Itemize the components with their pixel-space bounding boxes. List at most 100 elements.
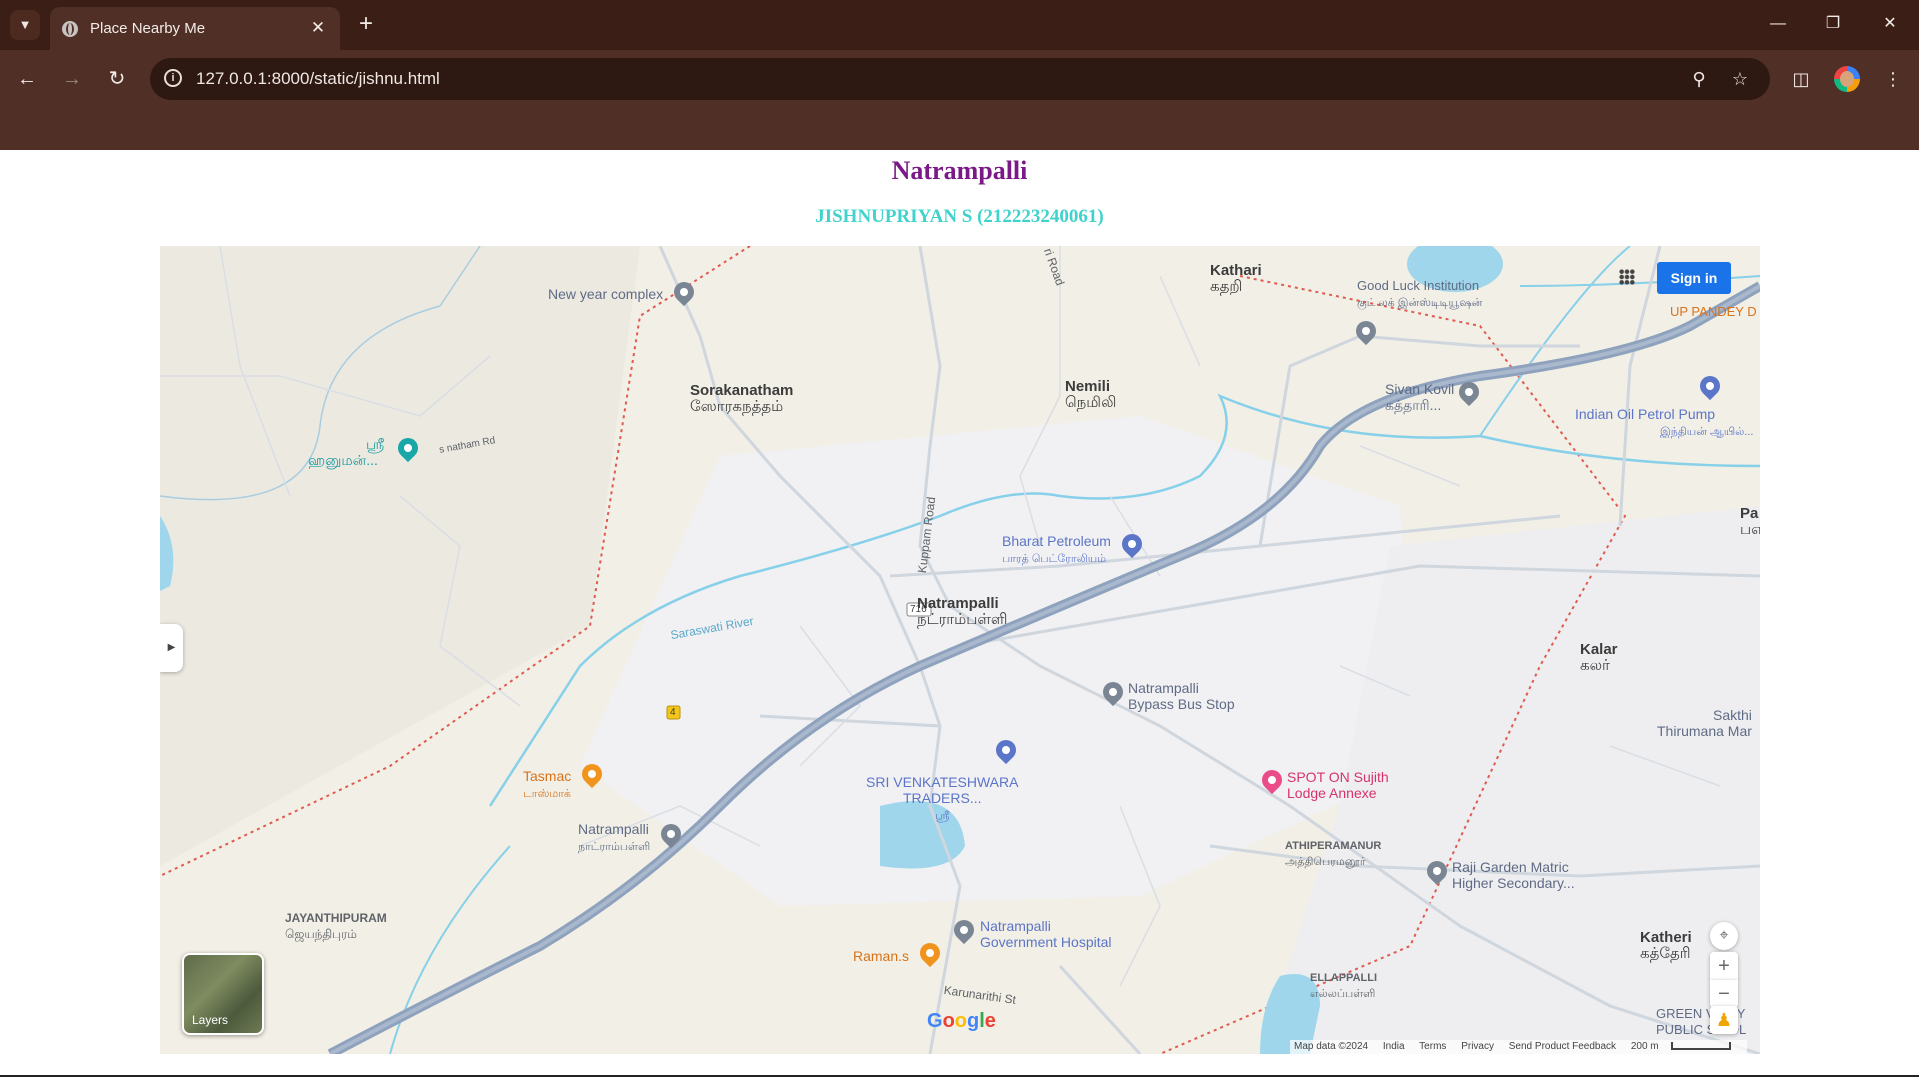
place-kalar-name: Kalar (1580, 641, 1618, 658)
poi-indian-oil-name: Indian Oil Petrol Pump (1575, 406, 1716, 422)
attribution-region[interactable]: India (1383, 1041, 1405, 1052)
map-attribution: Map data ©2024 India Terms Privacy Send … (1290, 1040, 1747, 1054)
google-logo: Google (927, 1010, 996, 1033)
minimize-window-button[interactable]: — (1758, 10, 1798, 38)
place-pa-name: Pa (1740, 505, 1759, 522)
place-pa-tamil: பஎ (1740, 521, 1760, 538)
attribution-privacy[interactable]: Privacy (1461, 1041, 1494, 1052)
poi-good-luck-name: Good Luck Institution (1357, 278, 1480, 293)
poi-green-valley-line2: PUBLIC S (1656, 1022, 1716, 1037)
poi-green-valley-line1: GREEN V (1656, 1006, 1715, 1021)
browser-menu-icon[interactable]: ⋮ (1876, 62, 1910, 96)
sign-in-button[interactable]: Sign in (1657, 262, 1731, 294)
poi-sivan-kovil-tamil: கத்தாரி... (1385, 397, 1442, 413)
site-info-icon[interactable]: i (164, 69, 182, 87)
layers-button[interactable]: Layers (182, 953, 264, 1035)
place-natrampalli-tamil: நட்ராம்பள்ளி (917, 611, 1008, 628)
my-location-button[interactable]: ⌖ (1710, 922, 1738, 950)
place-kalar-tamil: கலர் (1580, 657, 1610, 674)
map-scale-bar (1670, 1042, 1731, 1051)
zoom-in-button[interactable]: + (1710, 952, 1738, 980)
poi-sakthi-line2: Thirumana Mar (1657, 723, 1752, 739)
place-jayanthipuram-name: JAYANTHIPURAM (285, 911, 387, 925)
poi-bypass-bus-stop[interactable]: Natrampalli Bypass Bus Stop (1128, 680, 1235, 712)
reload-button[interactable]: ↻ (100, 62, 134, 96)
address-bar[interactable]: i 127.0.0.1:8000/static/jishnu.html ⚲ ☆ (150, 58, 1770, 100)
place-pa[interactable]: Pa பஎ (1740, 506, 1760, 538)
poi-sri-venkateshwara-line1: SRI VENKATESHWARA (866, 774, 1019, 790)
poi-sri-venkateshwara-line2: TRADERS... (902, 790, 982, 806)
place-kathari-name: Kathari (1210, 262, 1262, 279)
place-kalar[interactable]: Kalar கலர் (1580, 642, 1618, 674)
new-tab-button[interactable]: + (352, 10, 380, 38)
poi-sakthi[interactable]: Sakthi Thirumana Mar (1657, 707, 1752, 739)
place-ellappalli-tamil: எல்லப்பள்ளி (1310, 988, 1376, 1000)
poi-bypass-bus-stop-line2: Bypass Bus Stop (1128, 696, 1235, 712)
poi-indian-oil[interactable]: Indian Oil Petrol Pump இந்தியன் ஆயில்... (1575, 406, 1753, 440)
street-view-pegman-icon[interactable]: ♟ (1710, 1006, 1738, 1034)
place-kathari[interactable]: Kathari கதறி (1210, 263, 1262, 295)
attribution-terms[interactable]: Terms (1419, 1041, 1446, 1052)
route-4-shield: 4 (670, 707, 676, 718)
poi-sivan-kovil[interactable]: Sivan Kovil கத்தாரி... (1385, 381, 1454, 413)
place-natrampalli[interactable]: Natrampalli நட்ராம்பள்ளி (917, 596, 1008, 628)
poi-good-luck-tamil: குட் லக் இன்ஸ்டிடியூஷன் (1357, 297, 1483, 309)
attribution-feedback[interactable]: Send Product Feedback (1509, 1041, 1616, 1052)
url-text[interactable]: 127.0.0.1:8000/static/jishnu.html (196, 69, 440, 89)
tab-search-button[interactable]: ▼ (10, 10, 40, 40)
tab-title: Place Nearby Me (90, 20, 206, 37)
poi-up-pandey[interactable]: UP PANDEY D (1670, 304, 1757, 320)
place-katheri[interactable]: Katheri கத்தேரி (1640, 930, 1692, 962)
poi-bharat-petroleum-tamil: பாரத் பெட்ரோலியம் (1002, 553, 1107, 565)
poi-spot-on-lodge[interactable]: SPOT ON Sujith Lodge Annexe (1287, 769, 1389, 801)
google-apps-icon[interactable] (1619, 269, 1635, 285)
poi-hospital-line2: Government Hospital (980, 934, 1112, 950)
poi-sri-venkateshwara[interactable]: SRI VENKATESHWARA TRADERS... ஸ்ரீ (866, 774, 1018, 824)
poi-tasmac-name: Tasmac (523, 768, 572, 784)
tab-close-icon[interactable]: ✕ (306, 16, 330, 40)
browser-tab-strip: ▼ Place Nearby Me ✕ + — ❐ ✕ (0, 0, 1919, 50)
browser-tab-active[interactable]: Place Nearby Me ✕ (50, 7, 340, 50)
place-nemili-tamil: நெமிலி (1065, 394, 1117, 411)
restore-window-button[interactable]: ❐ (1813, 10, 1853, 38)
poi-bharat-petroleum[interactable]: Bharat Petroleum பாரத் பெட்ரோலியம் (1002, 533, 1111, 567)
poi-indian-oil-tamil: இந்தியன் ஆயில்... (1660, 426, 1754, 438)
zoom-icon[interactable]: ⚲ (1687, 67, 1711, 91)
poi-new-year-complex[interactable]: New year complex (548, 286, 663, 302)
bookmark-star-icon[interactable]: ☆ (1728, 67, 1752, 91)
poi-natrampalli-post-tamil: நாட்ராம்பள்ளி (578, 841, 651, 853)
poi-raman-s[interactable]: Raman.s (853, 948, 909, 964)
page-title: Natrampalli (891, 156, 1028, 185)
place-jayanthipuram-tamil: ஜெயந்திபுரம் (285, 927, 357, 941)
map-scale-label[interactable]: 200 m (1631, 1041, 1659, 1052)
place-katheri-name: Katheri (1640, 929, 1692, 946)
side-panel-icon[interactable]: ◫ (1784, 62, 1818, 96)
place-jayanthipuram[interactable]: JAYANTHIPURAM ஜெயந்திபுரம் (285, 910, 387, 942)
page-bottom-border (0, 1075, 1919, 1077)
attribution-map-data: Map data ©2024 (1294, 1041, 1369, 1052)
poi-sri-venkateshwara-tamil: ஸ்ரீ (935, 810, 950, 822)
profile-avatar[interactable] (1834, 66, 1860, 92)
place-sorakanatham[interactable]: Sorakanatham ஸோரகநத்தம் (690, 383, 793, 415)
place-ellappalli[interactable]: ELLAPPALLI எல்லப்பள்ளி (1310, 970, 1377, 1002)
zoom-out-button[interactable]: − (1710, 980, 1738, 1008)
google-logo-text: Google (927, 1010, 996, 1032)
poi-raji-garden[interactable]: Raji Garden Matric Higher Secondary... (1452, 859, 1575, 891)
place-athiperamanur[interactable]: ATHIPERAMANUR அத்திபெரமனூர் (1285, 838, 1381, 870)
place-nemili[interactable]: Nemili நெமிலி (1065, 379, 1116, 411)
poi-sri-hanuman-line2: ஹனுமன்... (308, 452, 378, 468)
poi-tasmac[interactable]: Tasmac டாஸ்மாக் (523, 768, 571, 802)
poi-sri-hanuman[interactable]: ஸ்ரீ ஹனுமன்... (308, 436, 384, 468)
poi-tasmac-tamil: டாஸ்மாக் (523, 788, 571, 800)
map-embed[interactable]: 716 4 Kathari கதறி Sorakanatham ஸோரகநத்த… (160, 246, 1760, 1054)
poi-good-luck-institution[interactable]: Good Luck Institution குட் லக் இன்ஸ்டிடி… (1357, 278, 1482, 311)
poi-natrampalli-post-name: Natrampalli (578, 821, 649, 837)
layers-label: Layers (192, 1013, 229, 1027)
close-window-button[interactable]: ✕ (1870, 10, 1910, 38)
poi-government-hospital[interactable]: Natrampalli Government Hospital (980, 918, 1112, 950)
poi-natrampalli-post[interactable]: Natrampalli நாட்ராம்பள்ளி (578, 821, 650, 855)
poi-raji-garden-line1: Raji Garden Matric (1452, 859, 1569, 875)
forward-button[interactable]: → (55, 62, 89, 96)
back-button[interactable]: ← (10, 62, 44, 96)
expand-side-panel-button[interactable]: ▶ (160, 624, 183, 672)
